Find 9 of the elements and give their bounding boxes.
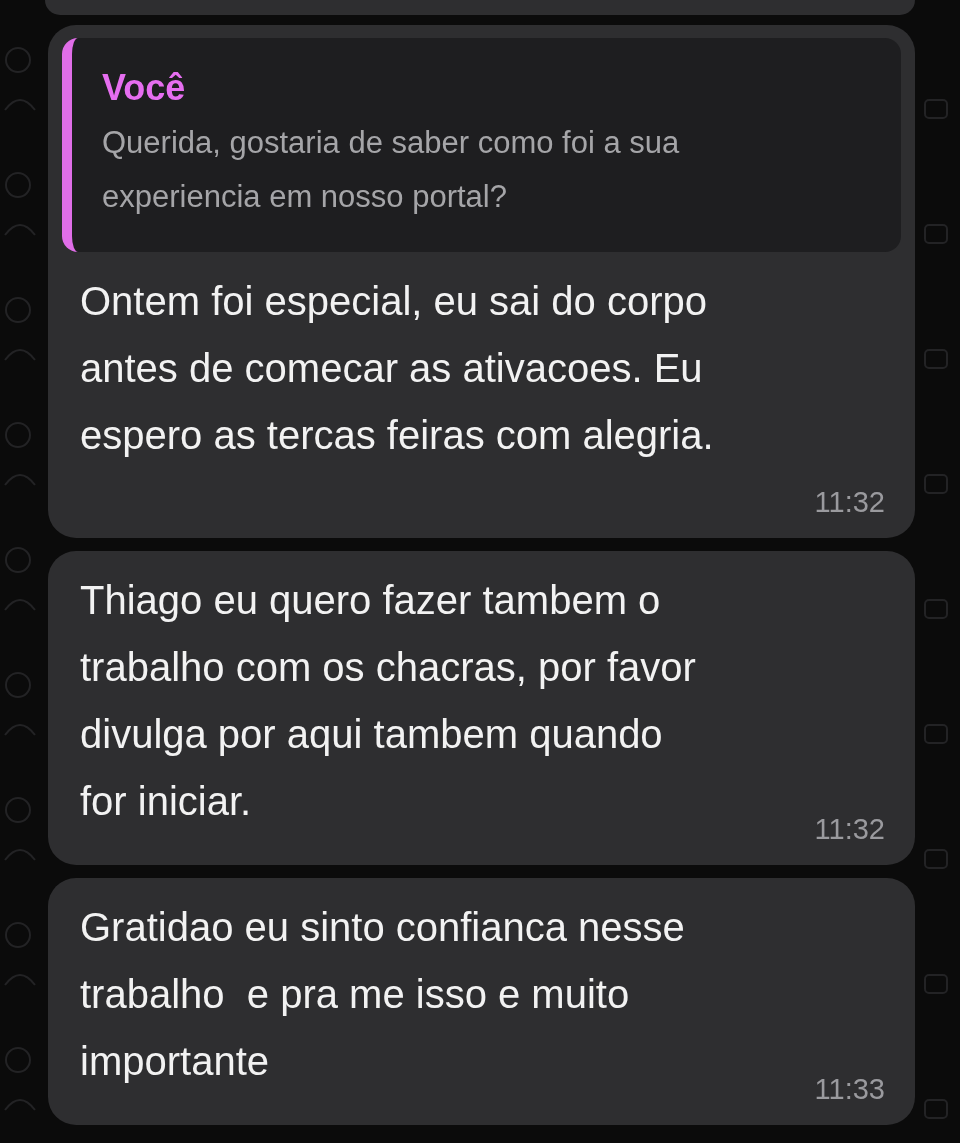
message-text: Gratidao eu sinto confianca nesse trabalho e pra me isso e muito importante [80,904,685,1085]
message-time: 11:33 [814,1073,885,1105]
quote-text: Querida, gostaria de saber como foi a sua experiencia em nosso portal? [102,124,681,216]
message-text: Thiago eu quero fazer tambem o trabalho com os chacras, por favor divulga por aqui tambem quando for iniciar. [80,577,696,825]
message-time: 11:32 [814,813,885,845]
message-time: 11:32 [814,486,885,518]
quote-author: Você [102,66,187,110]
message-text: Ontem foi especial, eu sai do corpo antes de comecar as ativacoes. Eu espero as tercas feiras com alegria. [80,278,714,459]
quoted-message[interactable]: Você Querida, gostaria de saber como foi a sua experiencia em nosso portal? [62,38,901,252]
